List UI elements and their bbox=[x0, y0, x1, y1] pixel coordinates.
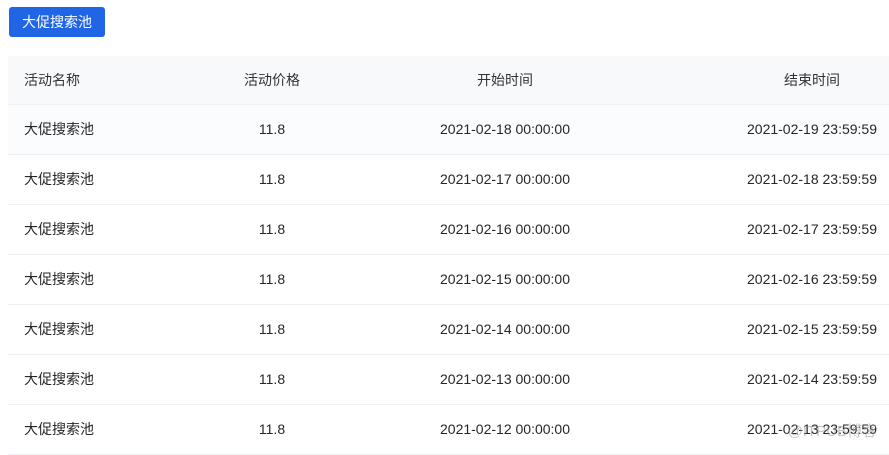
cell-name: 大促搜索池 bbox=[24, 171, 94, 187]
cell-start-time: 2021-02-18 00:00:00 bbox=[440, 121, 570, 137]
table-row[interactable]: 大促搜索池 11.8 2021-02-12 00:00:00 2021-02-13 2… bbox=[8, 405, 889, 455]
cell-start-time: 2021-02-13 00:00:00 bbox=[440, 371, 570, 387]
search-pool-button[interactable]: 大促搜索池 bbox=[9, 7, 105, 37]
table-row[interactable]: 大促搜索池 11.8 2021-02-16 00:00:00 2021-02-17 2… bbox=[8, 205, 889, 255]
cell-name: 大促搜索池 bbox=[24, 371, 94, 387]
cell-start-time: 2021-02-15 00:00:00 bbox=[440, 271, 570, 287]
table-row[interactable]: 大促搜索池 11.8 2021-02-15 00:00:00 2021-02-16 2… bbox=[8, 255, 889, 305]
cell-end-time: 2021-02-15 23:59:59 bbox=[747, 321, 877, 337]
cell-price: 11.8 bbox=[258, 421, 286, 437]
cell-price: 11.8 bbox=[258, 221, 286, 237]
table-row[interactable]: 大促搜索池 11.8 2021-02-18 00:00:00 2021-02-19 2… bbox=[8, 105, 889, 155]
cell-name: 大促搜索池 bbox=[24, 421, 94, 437]
cell-name: 大促搜索池 bbox=[24, 121, 94, 137]
activity-table: 活动名称 活动价格 开始时间 结束时间 大促搜索池 11.8 2021-02-18 … bbox=[8, 56, 889, 455]
cell-end-time: 2021-02-18 23:59:59 bbox=[747, 171, 877, 187]
cell-price: 11.8 bbox=[258, 371, 286, 387]
header-name[interactable]: 活动名称 bbox=[24, 56, 80, 104]
header-price[interactable]: 活动价格 bbox=[192, 56, 352, 104]
cell-name: 大促搜索池 bbox=[24, 271, 94, 287]
cell-end-time: 2021-02-16 23:59:59 bbox=[747, 271, 877, 287]
cell-price: 11.8 bbox=[258, 121, 286, 137]
cell-start-time: 2021-02-12 00:00:00 bbox=[440, 421, 570, 437]
table-row[interactable]: 大促搜索池 11.8 2021-02-13 00:00:00 2021-02-14 2… bbox=[8, 355, 889, 405]
cell-end-time: 2021-02-19 23:59:59 bbox=[747, 121, 877, 137]
table-row[interactable]: 大促搜索池 11.8 2021-02-17 00:00:00 2021-02-18 2… bbox=[8, 155, 889, 205]
cell-price: 11.8 bbox=[258, 171, 286, 187]
cell-start-time: 2021-02-16 00:00:00 bbox=[440, 221, 570, 237]
cell-start-time: 2021-02-14 00:00:00 bbox=[440, 321, 570, 337]
cell-name: 大促搜索池 bbox=[24, 221, 94, 237]
watermark: @ITPUB博客 bbox=[787, 423, 877, 440]
cell-name: 大促搜索池 bbox=[24, 321, 94, 337]
header-start-time[interactable]: 开始时间 bbox=[405, 56, 605, 104]
cell-end-time: 2021-02-14 23:59:59 bbox=[747, 371, 877, 387]
table-row[interactable]: 大促搜索池 11.8 2021-02-14 00:00:00 2021-02-15 2… bbox=[8, 305, 889, 355]
cell-price: 11.8 bbox=[258, 271, 286, 287]
cell-start-time: 2021-02-17 00:00:00 bbox=[440, 171, 570, 187]
cell-end-time: 2021-02-17 23:59:59 bbox=[747, 221, 877, 237]
cell-price: 11.8 bbox=[258, 321, 286, 337]
table-header: 活动名称 活动价格 开始时间 结束时间 bbox=[8, 56, 889, 105]
header-end-time[interactable]: 结束时间 bbox=[712, 56, 889, 104]
